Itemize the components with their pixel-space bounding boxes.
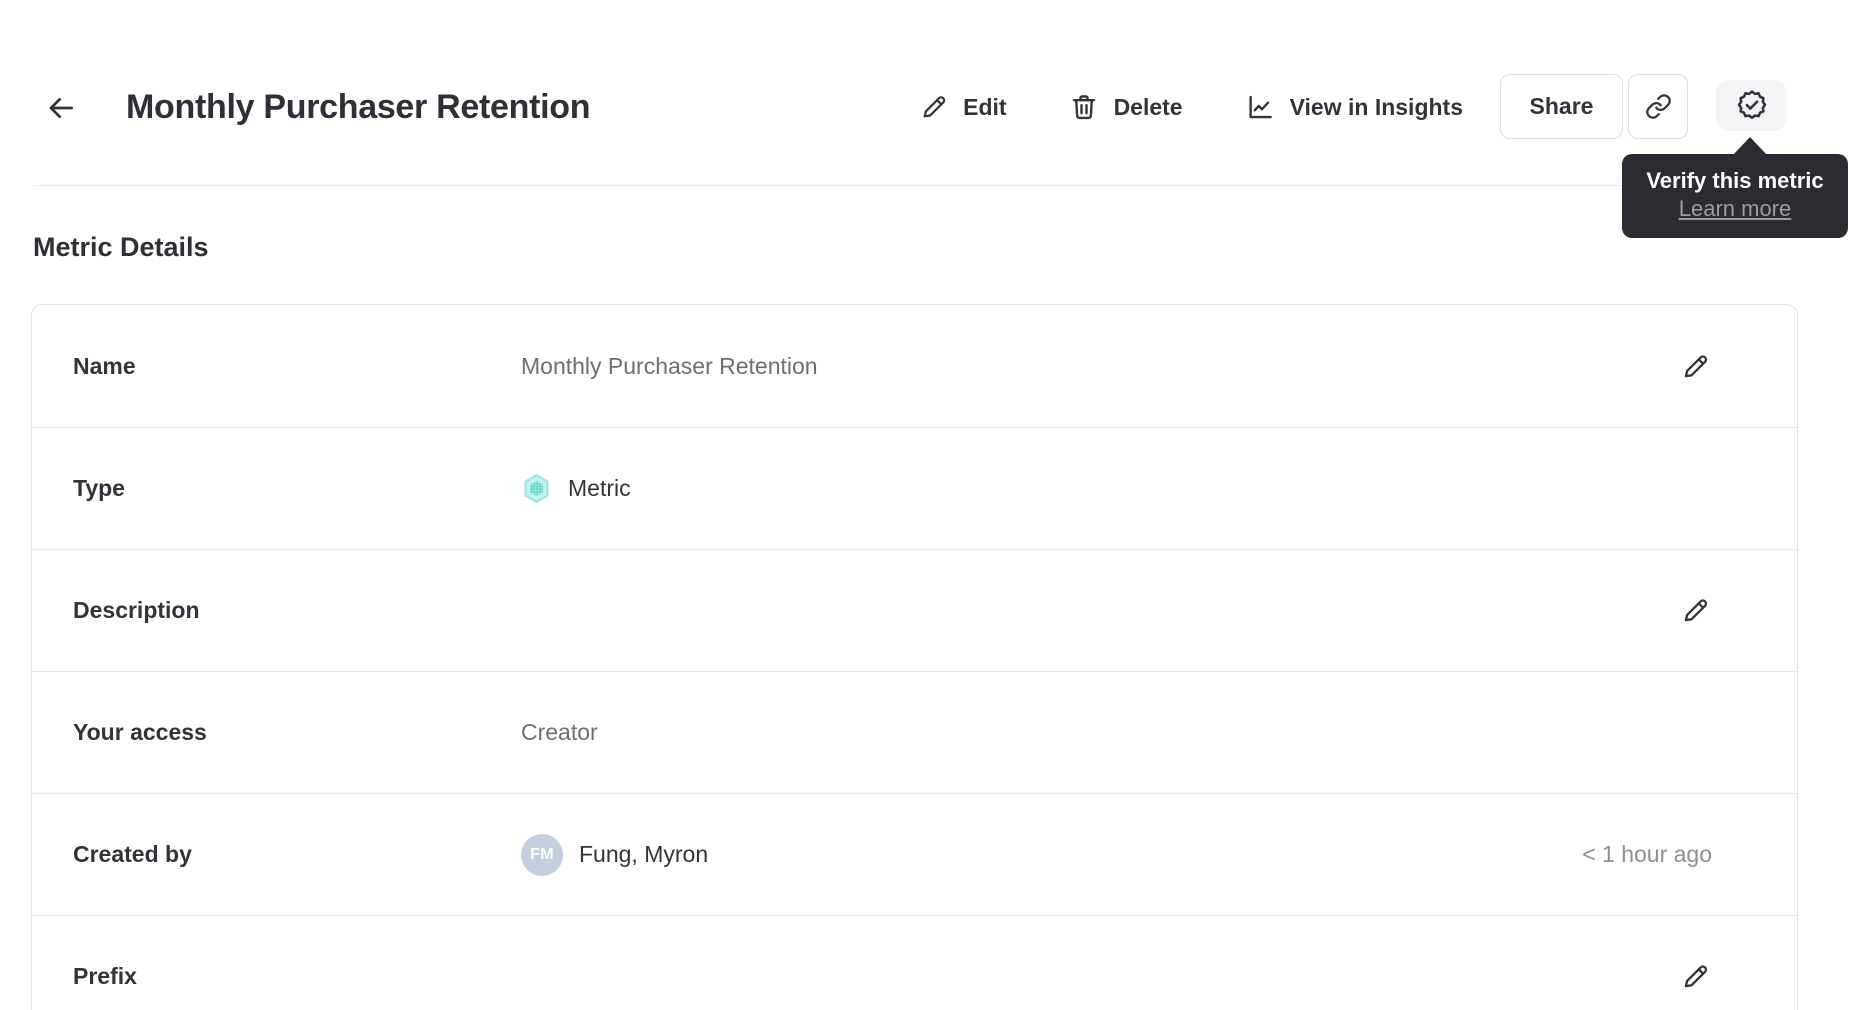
- header-divider: [33, 185, 1817, 186]
- edit-button[interactable]: Edit: [920, 93, 1007, 121]
- row-label: Type: [73, 475, 125, 501]
- detail-row-description: Description: [32, 549, 1797, 671]
- page-title: Monthly Purchaser Retention: [126, 88, 591, 126]
- edit-name-button[interactable]: [1678, 349, 1712, 383]
- detail-row-name: Name Monthly Purchaser Retention: [32, 305, 1797, 427]
- verify-tooltip: Verify this metric Learn more: [1622, 154, 1848, 238]
- pencil-icon: [1684, 965, 1707, 988]
- created-by-value-group: FM Fung, Myron: [521, 833, 709, 876]
- edit-description-button[interactable]: [1678, 594, 1712, 628]
- link-icon: [1645, 94, 1671, 119]
- row-label: Your access: [73, 719, 207, 745]
- pencil-icon: [1684, 599, 1707, 622]
- detail-row-created-by: Created by FM Fung, Myron < 1 hour ago: [32, 793, 1797, 915]
- arrow-left-icon: [49, 98, 73, 118]
- row-label: Name: [73, 352, 136, 379]
- delete-button[interactable]: Delete: [1069, 92, 1183, 122]
- line-chart-icon: [1249, 95, 1272, 119]
- your-access-value: Creator: [521, 719, 598, 745]
- pencil-icon: [1684, 354, 1707, 377]
- share-button[interactable]: Share: [1500, 74, 1623, 139]
- type-value: Metric: [568, 475, 631, 501]
- verify-metric-button[interactable]: [1716, 80, 1787, 131]
- created-by-value: Fung, Myron: [579, 841, 709, 867]
- tooltip-caret: [1733, 137, 1767, 155]
- avatar: FM: [521, 833, 563, 876]
- detail-row-your-access: Your access Creator: [32, 671, 1797, 793]
- row-label: Description: [73, 597, 200, 623]
- metric-details-card: Name Monthly Purchaser Retention Type Me…: [31, 304, 1798, 1010]
- row-label: Created by: [73, 841, 192, 867]
- view-in-insights-label: View in Insights: [1289, 93, 1463, 120]
- learn-more-link[interactable]: Learn more: [1679, 195, 1792, 223]
- header-action-bar: Edit Delete View in Insights: [920, 74, 1463, 140]
- tooltip-title: Verify this metric: [1646, 168, 1824, 193]
- section-title: Metric Details: [33, 232, 209, 262]
- back-button[interactable]: [42, 89, 80, 127]
- pencil-icon: [923, 96, 946, 118]
- view-in-insights-button[interactable]: View in Insights: [1245, 92, 1463, 122]
- detail-row-prefix: Prefix: [32, 915, 1797, 1010]
- row-label: Prefix: [73, 963, 137, 989]
- edit-prefix-button[interactable]: [1678, 960, 1712, 994]
- type-value-group: Metric: [521, 473, 1712, 504]
- verified-badge-icon: [1737, 89, 1766, 119]
- delete-label: Delete: [1113, 93, 1183, 120]
- share-label: Share: [1529, 93, 1594, 119]
- name-value: Monthly Purchaser Retention: [521, 352, 818, 379]
- copy-link-button[interactable]: [1628, 74, 1688, 139]
- metric-detail-page: Monthly Purchaser Retention Edit Delete …: [0, 0, 1850, 1010]
- metric-hexagon-icon: [524, 474, 549, 503]
- created-timestamp: < 1 hour ago: [1582, 841, 1712, 867]
- trash-icon: [1072, 95, 1095, 120]
- detail-row-type: Type Metric: [32, 427, 1797, 549]
- edit-label: Edit: [963, 93, 1007, 120]
